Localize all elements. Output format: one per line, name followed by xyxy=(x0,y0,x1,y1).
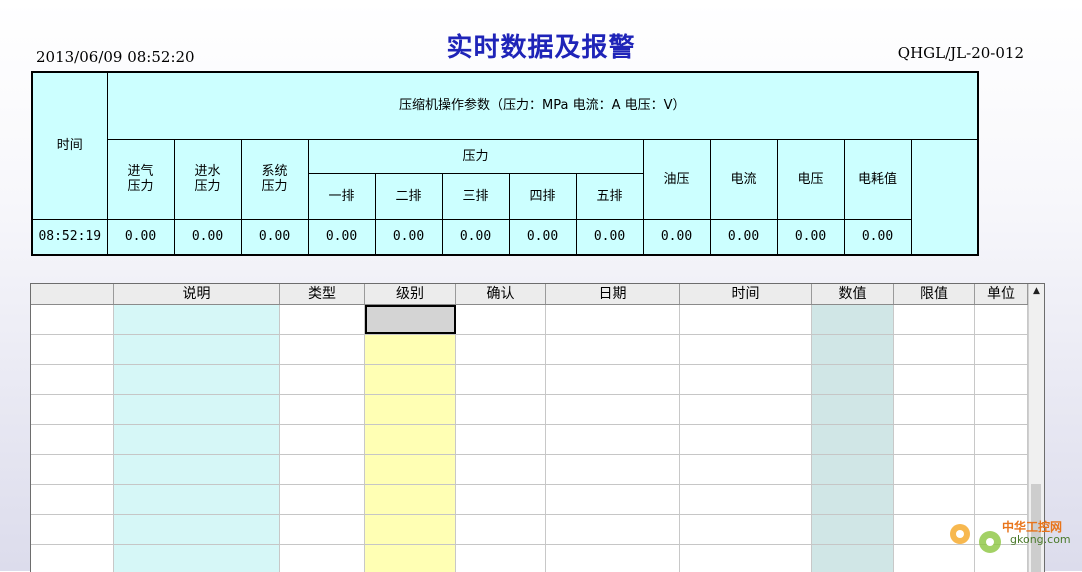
energy-value: 0.00 xyxy=(843,218,912,256)
row-header-corner xyxy=(31,284,114,304)
watermark-site: gkong.com xyxy=(1010,533,1071,546)
energy-header: 电耗值 xyxy=(843,138,912,220)
pressure-group-header: 压力 xyxy=(307,138,644,174)
document-code: QHGL/JL-20-012 xyxy=(897,44,1024,62)
column-header-time[interactable]: 时间 xyxy=(680,284,812,304)
row5-pressure-value: 0.00 xyxy=(575,218,644,256)
system-pressure-value: 0.00 xyxy=(240,218,309,256)
alarm-grid[interactable]: 说明 类型 级别 确认 日期 时间 数值 限值 单位 ▲ xyxy=(30,283,1045,572)
intake-pressure-header: 进气 压力 xyxy=(106,138,175,220)
column-header-date[interactable]: 日期 xyxy=(546,284,680,304)
oil-pressure-header: 油压 xyxy=(642,138,711,220)
column-header-type[interactable]: 类型 xyxy=(280,284,365,304)
oil-pressure-value: 0.00 xyxy=(642,218,711,256)
column-header-unit[interactable]: 单位 xyxy=(975,284,1028,304)
blank-cell xyxy=(910,138,979,256)
row4-pressure-value: 0.00 xyxy=(508,218,577,256)
column-header-level[interactable]: 级别 xyxy=(365,284,456,304)
row2-pressure-value: 0.00 xyxy=(374,218,443,256)
column-header-description[interactable]: 说明 xyxy=(114,284,280,304)
current-header: 电流 xyxy=(709,138,778,220)
row1-pressure-value: 0.00 xyxy=(307,218,376,256)
voltage-value: 0.00 xyxy=(776,218,845,256)
level-column xyxy=(365,305,456,572)
current-value: 0.00 xyxy=(709,218,778,256)
description-column xyxy=(114,305,280,572)
water-pressure-header: 进水 压力 xyxy=(173,138,242,220)
row4-header: 四排 xyxy=(508,172,577,220)
row2-header: 二排 xyxy=(374,172,443,220)
selected-cell[interactable] xyxy=(365,305,456,334)
column-header-limit[interactable]: 限值 xyxy=(894,284,975,304)
scroll-up-arrow-icon[interactable]: ▲ xyxy=(1029,284,1044,298)
column-header-value[interactable]: 数值 xyxy=(812,284,894,304)
row1-header: 一排 xyxy=(307,172,376,220)
time-header: 时间 xyxy=(31,71,108,220)
column-header-confirm[interactable]: 确认 xyxy=(456,284,546,304)
water-pressure-value: 0.00 xyxy=(173,218,242,256)
params-group-title: 压缩机操作参数（压力：MPa 电流：A 电压：V） xyxy=(106,71,979,140)
row3-pressure-value: 0.00 xyxy=(441,218,510,256)
voltage-header: 电压 xyxy=(776,138,845,220)
row3-header: 三排 xyxy=(441,172,510,220)
row5-header: 五排 xyxy=(575,172,644,220)
compressor-params-table: 时间 压缩机操作参数（压力：MPa 电流：A 电压：V） 进气 压力 进水 压力… xyxy=(31,71,979,256)
value-column xyxy=(812,305,894,572)
system-pressure-header: 系统 压力 xyxy=(240,138,309,220)
intake-pressure-value: 0.00 xyxy=(106,218,175,256)
data-time-value: 08:52:19 xyxy=(31,218,108,256)
grid-header: 说明 类型 级别 确认 日期 时间 数值 限值 单位 xyxy=(31,284,1044,305)
